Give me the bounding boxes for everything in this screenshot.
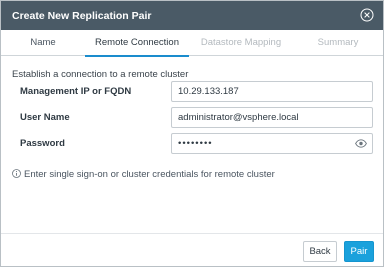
pair-button[interactable]: Pair — [344, 241, 374, 262]
intro-text: Establish a connection to a remote clust… — [12, 69, 189, 80]
password-label: Password — [20, 138, 65, 149]
tab-name[interactable]: Name — [1, 30, 85, 56]
management-ip-row: Management IP or FQDN — [1, 81, 383, 103]
management-ip-label: Management IP or FQDN — [20, 86, 132, 97]
close-icon[interactable] — [360, 8, 374, 22]
dialog-footer: Back Pair — [1, 233, 383, 266]
dialog-title: Create New Replication Pair — [12, 10, 152, 22]
wizard-steps: Name Remote Connection Datastore Mapping… — [1, 30, 383, 57]
back-button[interactable]: Back — [303, 241, 337, 262]
tab-datastore-mapping: Datastore Mapping — [200, 37, 282, 48]
credentials-hint: Enter single sign-on or cluster credenti… — [12, 169, 275, 180]
tab-remote-connection[interactable]: Remote Connection — [85, 30, 189, 57]
user-name-label: User Name — [20, 112, 70, 123]
tab-summary: Summary — [317, 37, 359, 48]
user-name-input[interactable] — [171, 107, 373, 128]
eye-icon[interactable] — [355, 139, 367, 148]
credentials-hint-text: Enter single sign-on or cluster credenti… — [24, 169, 275, 180]
password-row: Password — [1, 133, 383, 155]
dialog-titlebar: Create New Replication Pair — [1, 1, 383, 30]
management-ip-input[interactable] — [171, 81, 373, 102]
password-input[interactable] — [171, 133, 373, 154]
info-icon — [12, 169, 21, 178]
create-replication-pair-dialog: Create New Replication Pair Name Remote … — [0, 0, 384, 267]
user-name-row: User Name — [1, 107, 383, 129]
